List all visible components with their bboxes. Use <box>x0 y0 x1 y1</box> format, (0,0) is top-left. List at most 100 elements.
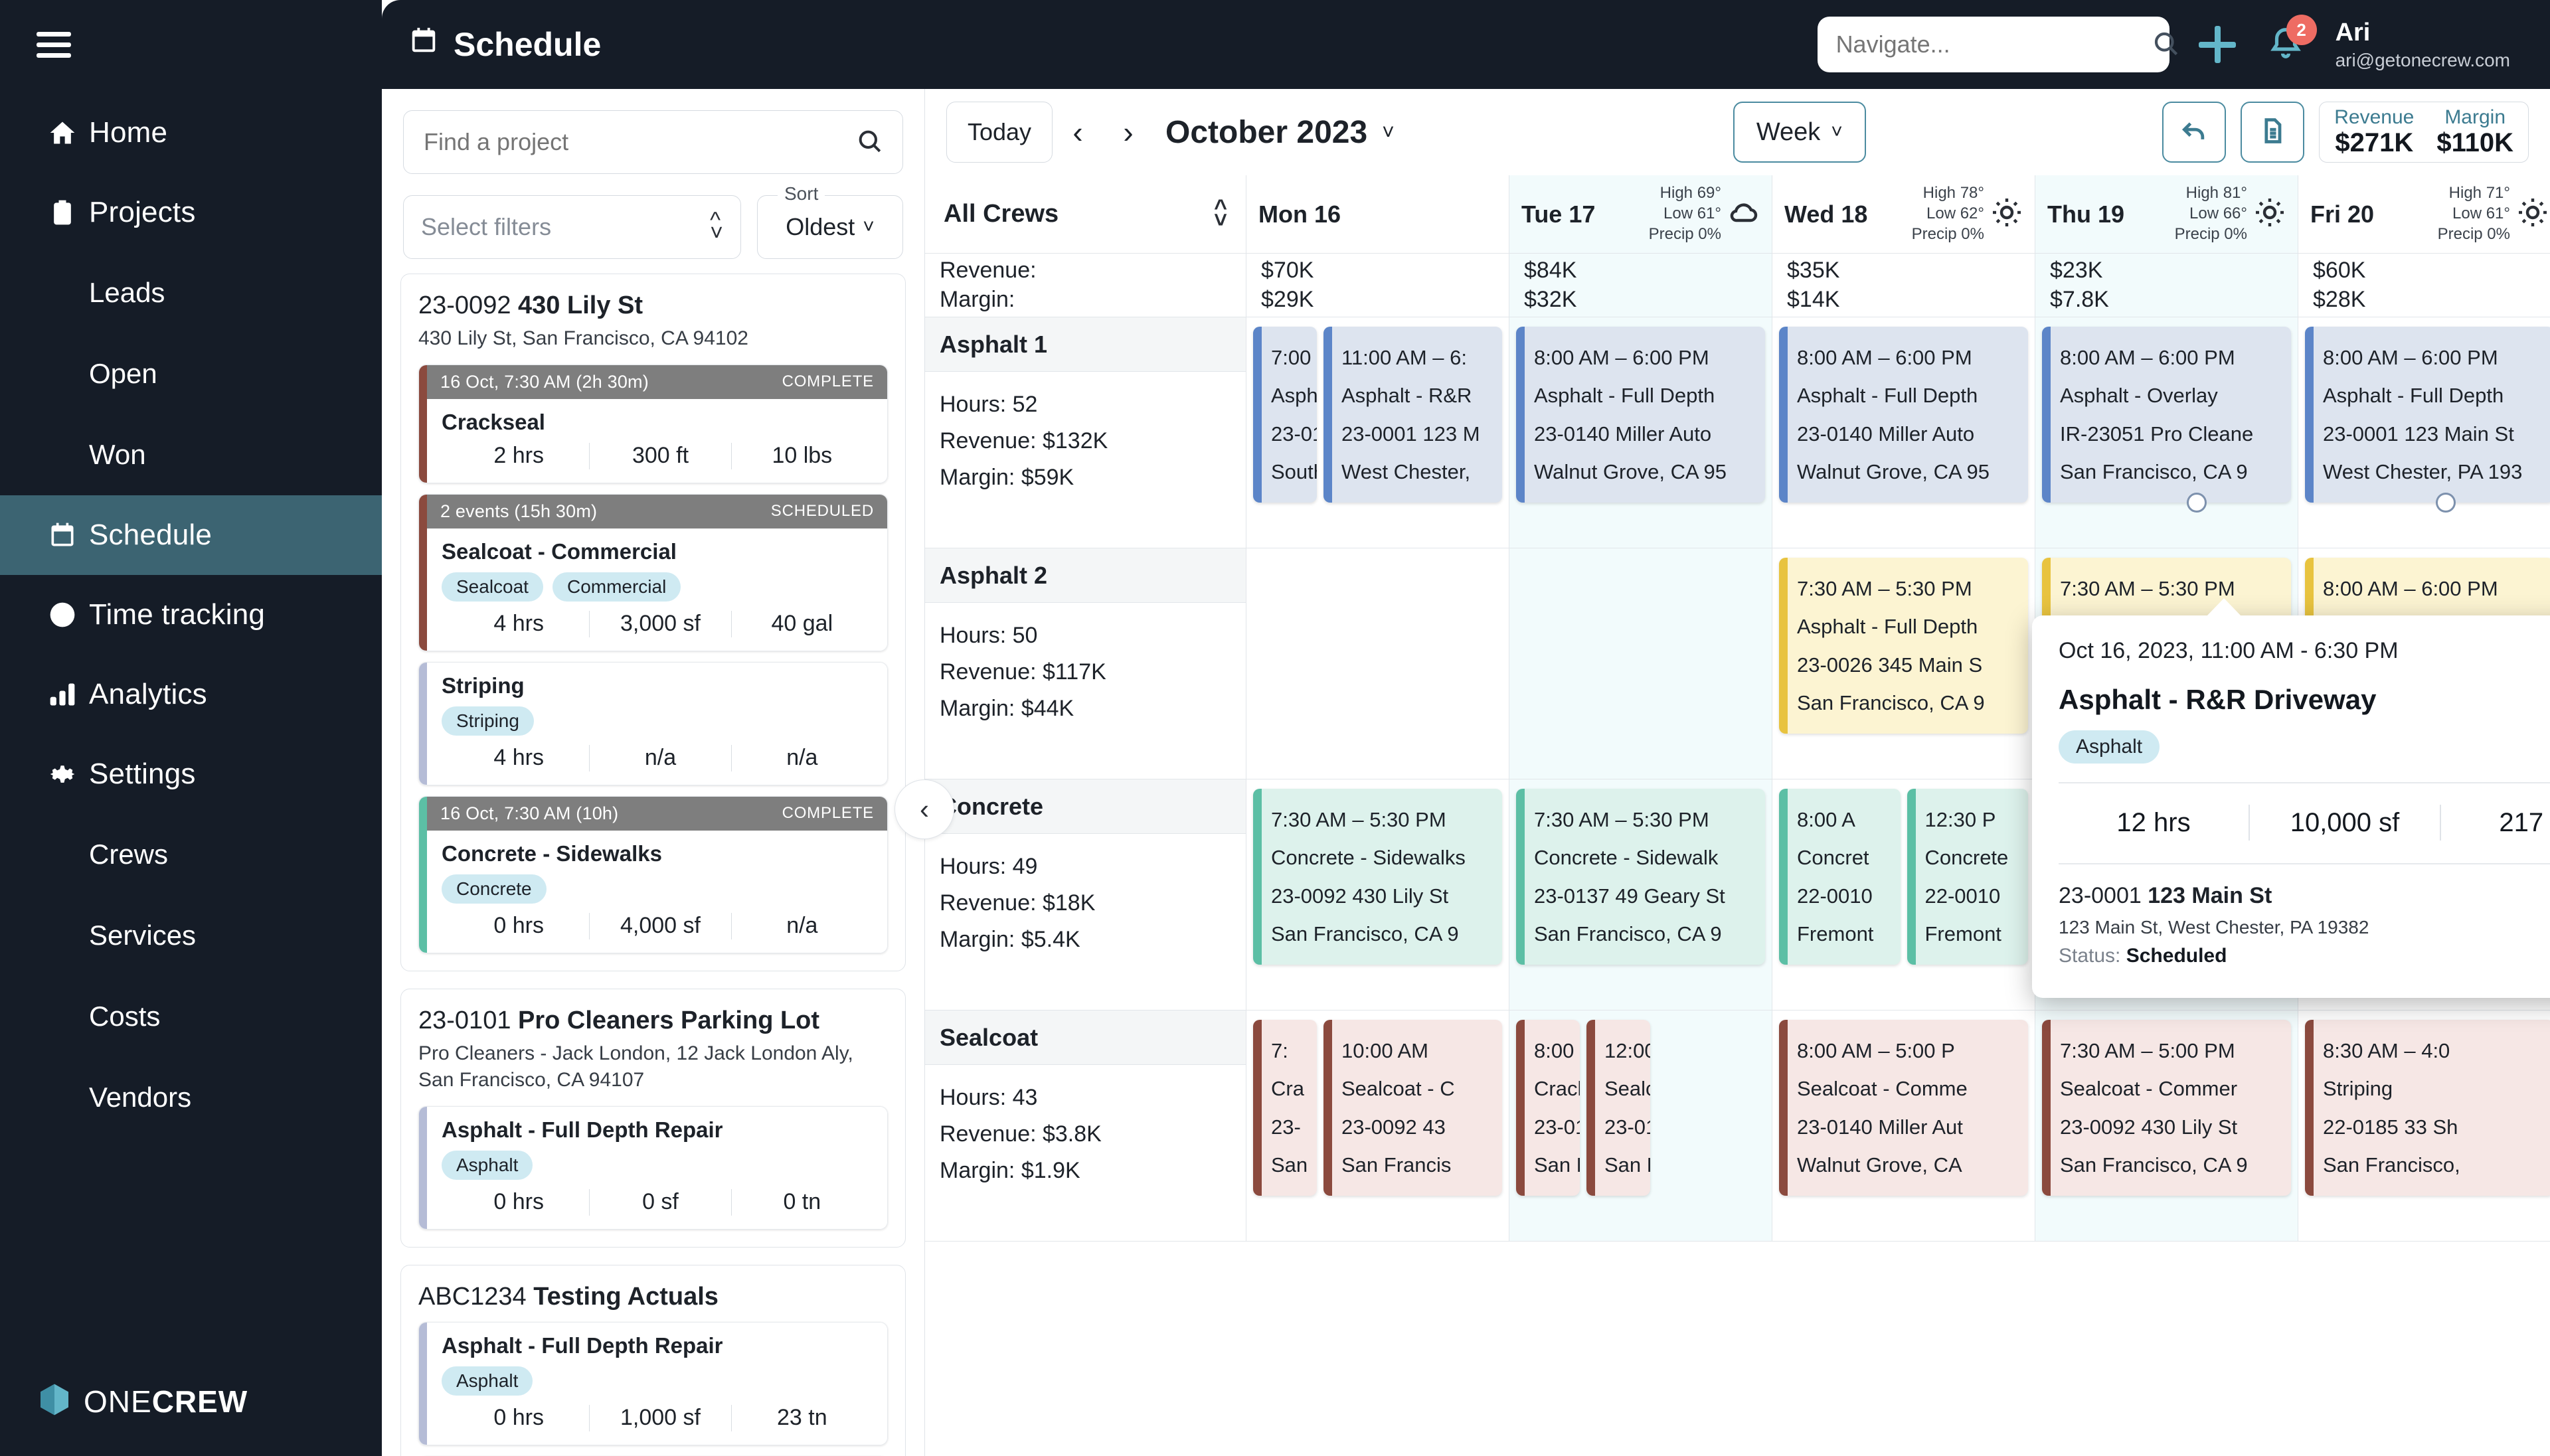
chevron-updown-icon[interactable]: ^ ˅ <box>1214 197 1227 231</box>
notifications-button[interactable]: 2 <box>2268 15 2317 65</box>
calendar-event[interactable]: 8:00 AM – 6:00 PM Asphalt - Full Depth 23-… <box>1779 327 2028 503</box>
event-service: Concret <box>1797 846 1869 870</box>
calendar-day-cell[interactable]: 7:30 AM – 5:30 PM Concrete - Sidewalk 23-0… <box>1509 779 1772 1011</box>
navigate-search[interactable] <box>1817 17 2177 72</box>
revenue-label: Revenue <box>2334 106 2415 128</box>
event-stat: 0 hrs <box>493 1405 544 1430</box>
undo-button[interactable] <box>2162 102 2227 163</box>
day-margin: $14K <box>1787 286 1840 312</box>
event-color-bar <box>1779 789 1788 965</box>
select-filters-dropdown[interactable]: Select filters ^ ˅ <box>403 195 741 259</box>
search-icon[interactable] <box>2152 29 2179 60</box>
sidebar-item-home[interactable]: Home <box>0 93 382 173</box>
collapse-panel-button[interactable]: ‹ <box>894 779 954 839</box>
add-button[interactable] <box>2198 26 2236 63</box>
day-summary: $35K $14K <box>1772 254 2035 317</box>
calendar-event[interactable]: 7:30 AM – 5:00 PM Sealcoat - Commer 23-009… <box>2042 1020 2291 1196</box>
sidebar-item-schedule[interactable]: Schedule <box>0 495 382 575</box>
find-project-search[interactable] <box>403 110 903 174</box>
crew-name[interactable]: Asphalt 1 <box>925 317 1246 372</box>
search-input[interactable] <box>1835 31 2145 58</box>
sidebar-item-projects[interactable]: Projects <box>0 173 382 252</box>
find-project-input[interactable] <box>424 128 848 156</box>
sidebar-item-open[interactable]: Open <box>0 333 382 414</box>
prev-week-button[interactable]: ‹ <box>1053 106 1103 159</box>
crew-name[interactable]: Concrete <box>925 779 1246 834</box>
project-event-card[interactable]: Asphalt - Full Depth Repair Asphalt 0 hrs 1… <box>418 1321 888 1445</box>
calendar-day-cell[interactable]: 8:00 AM – 5:00 P Sealcoat - Comme 23-0140 … <box>1772 1011 2035 1242</box>
crew-name[interactable]: Asphalt 2 <box>925 548 1246 603</box>
project-card[interactable]: 23-0101 Pro Cleaners Parking Lot Pro Clea… <box>400 988 906 1248</box>
calendar-event[interactable]: 7:30 AM – 5:30 PM Asphalt - Full Depth 23-… <box>1779 558 2028 734</box>
calendar-event[interactable]: 10:00 AM Sealcoat - C 23-0092 43 San Franci… <box>1323 1020 1502 1196</box>
project-event-card[interactable]: 2 events (15h 30m) SCHEDULED Sealcoat - Co… <box>418 493 888 651</box>
calendar-day-cell[interactable]: 8:00 A Concret 22-0010 Fremont 12:30 P Concre… <box>1772 779 2035 1011</box>
calendar-day-cell[interactable]: 8:00 AM – 6:00 PM Asphalt - Full Depth 23-… <box>2298 317 2550 548</box>
project-event-card[interactable]: 16 Oct, 7:30 AM (2h 30m) COMPLETE Cracksea… <box>418 364 888 483</box>
calendar-day-cell[interactable]: 7:30 AM – 5:00 PM Sealcoat - Commer 23-009… <box>2035 1011 2298 1242</box>
calendar-day-cell[interactable]: 7: Cra 23- San 10:00 AM Sealcoat - C 23-0092 4… <box>1246 1011 1509 1242</box>
event-schedule-text: 16 Oct, 7:30 AM (2h 30m) <box>440 371 649 392</box>
popover-project: 23-0001 123 Main St <box>2059 883 2550 909</box>
calendar-event[interactable]: 7:00 / Asphal 23-016 South <box>1253 327 1317 503</box>
calendar-event[interactable]: 12:30 P Concrete 22-0010 Fremont <box>1907 789 2028 965</box>
sidebar-item-leads[interactable]: Leads <box>0 252 382 333</box>
calendar-event[interactable]: 11:00 AM – 6: Asphalt - R&R 23-0001 123 M… <box>1323 327 1502 503</box>
event-color-bar <box>2305 1020 2314 1196</box>
view-mode-dropdown[interactable]: Week ˅ <box>1733 102 1866 163</box>
user-menu[interactable]: Ari ari@getonecrew.com <box>2336 17 2510 72</box>
crew-column-header[interactable]: All Crews ^ ˅ <box>925 175 1246 254</box>
event-resize-handle[interactable] <box>2187 493 2207 513</box>
event-header: 2 events (15h 30m) SCHEDULED <box>427 494 887 528</box>
calendar-event[interactable]: 8:00 / Cracks 23-013 San Fra <box>1516 1020 1580 1196</box>
search-icon[interactable] <box>856 127 883 157</box>
project-card[interactable]: ABC1234 Testing Actuals Asphalt - Full De… <box>400 1264 906 1456</box>
sort-dropdown[interactable]: Sort Oldest ˅ <box>757 183 903 259</box>
crew-row: Sealcoat Hours: 43 Revenue: $3.8K Margin: $… <box>925 1011 2550 1242</box>
project-event-card[interactable]: 16 Oct, 7:30 AM (10h) COMPLETE Concrete - … <box>418 795 888 953</box>
calendar-day-cell[interactable]: 8:30 AM – 4:0 Striping 22-0185 33 Sh San Fr… <box>2298 1011 2550 1242</box>
projects-list[interactable]: 23-0092 430 Lily St 430 Lily St, San Fran… <box>382 263 924 1456</box>
crew-stats: Hours: 52 Revenue: $132K Margin: $59K <box>925 372 1246 511</box>
calendar-day-cell[interactable]: 8:00 / Cracks 23-013 San Fra 12:00 Sealco 23-0… <box>1509 1011 1772 1242</box>
report-button[interactable] <box>2241 102 2305 163</box>
calendar-day-cell[interactable]: 8:00 AM – 6:00 PM Asphalt - Overlay IR-230… <box>2035 317 2298 548</box>
calendar-event[interactable]: 12:00 Sealco 23-013 San Fra <box>1586 1020 1650 1196</box>
project-event-card[interactable]: Striping Striping 4 hrs n/a n/a <box>418 661 888 785</box>
calendar-day-cell[interactable]: 8:00 AM – 6:00 PM Asphalt - Full Depth 23-… <box>1509 317 1772 548</box>
event-stat: 40 gal <box>771 611 833 636</box>
sidebar-item-won[interactable]: Won <box>0 414 382 495</box>
calendar-event[interactable]: 8:00 AM – 6:00 PM Asphalt - Full Depth 23-… <box>2305 327 2550 503</box>
calendar-event[interactable]: 8:00 AM – 6:00 PM Asphalt - Full Depth 23-… <box>1516 327 1765 503</box>
calendar-event[interactable]: 8:30 AM – 4:0 Striping 22-0185 33 Sh San Fr… <box>2305 1020 2550 1196</box>
calendar-event[interactable]: 8:00 AM – 5:00 P Sealcoat - Comme 23-0140 … <box>1779 1020 2028 1196</box>
sidebar-item-time-tracking[interactable]: Time tracking <box>0 575 382 655</box>
hamburger-menu-icon[interactable] <box>37 32 71 58</box>
today-button[interactable]: Today <box>946 102 1053 163</box>
crew-stats: Hours: 49 Revenue: $18K Margin: $5.4K <box>925 834 1246 973</box>
project-event-card[interactable]: Asphalt - Full Depth Repair Asphalt 0 hrs 0… <box>418 1105 888 1230</box>
sidebar-item-analytics[interactable]: Analytics <box>0 655 382 734</box>
calendar-day-cell[interactable] <box>1509 548 1772 779</box>
month-picker[interactable]: October 2023 ˅ <box>1165 114 1395 151</box>
sidebar-item-vendors[interactable]: Vendors <box>0 1057 382 1138</box>
calendar-event[interactable]: 8:00 A Concret 22-0010 Fremont <box>1779 789 1901 965</box>
calendar-event[interactable]: 8:00 AM – 6:00 PM Asphalt - Overlay IR-230… <box>2042 327 2291 503</box>
sidebar-item-settings[interactable]: Settings <box>0 734 382 814</box>
event-status-badge: COMPLETE <box>782 804 874 822</box>
calendar-event[interactable]: 7: Cra 23- San <box>1253 1020 1317 1196</box>
calendar-event[interactable]: 7:30 AM – 5:30 PM Concrete - Sidewalk 23-0… <box>1516 789 1765 965</box>
project-card[interactable]: 23-0092 430 Lily St 430 Lily St, San Fran… <box>400 274 906 971</box>
calendar-day-cell[interactable]: 8:00 AM – 6:00 PM Asphalt - Full Depth 23-… <box>1772 317 2035 548</box>
next-week-button[interactable]: › <box>1103 106 1153 159</box>
calendar-event[interactable]: 7:30 AM – 5:30 PM Concrete - Sidewalks 23-… <box>1253 789 1502 965</box>
sidebar-item-crews[interactable]: Crews <box>0 814 382 895</box>
calendar-day-cell[interactable] <box>1246 548 1509 779</box>
calendar-day-cell[interactable]: 7:30 AM – 5:30 PM Asphalt - Full Depth 23-… <box>1772 548 2035 779</box>
event-resize-handle[interactable] <box>2436 493 2456 513</box>
sidebar-item-services[interactable]: Services <box>0 895 382 976</box>
calendar-day-cell[interactable]: 7:30 AM – 5:30 PM Concrete - Sidewalks 23-… <box>1246 779 1509 1011</box>
sidebar-item-costs[interactable]: Costs <box>0 976 382 1057</box>
calendar-day-cell[interactable]: 7:00 / Asphal 23-016 South 11:00 AM – 6: Asp… <box>1246 317 1509 548</box>
crew-name[interactable]: Sealcoat <box>925 1011 1246 1065</box>
